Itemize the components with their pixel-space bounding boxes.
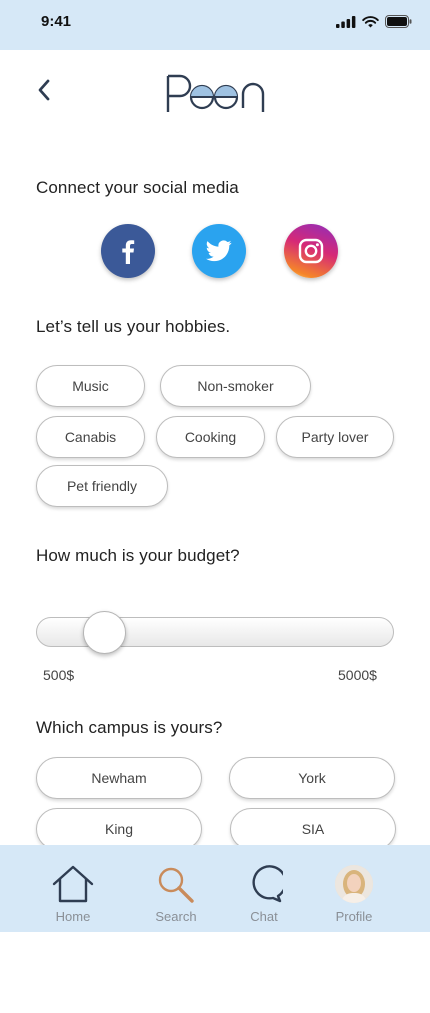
- tab-chat[interactable]: Chat: [224, 845, 304, 932]
- tab-bar: Home Search Chat Profile: [0, 845, 430, 932]
- tab-home-label: Home: [55, 909, 91, 924]
- budget-title: How much is your budget?: [36, 546, 240, 565]
- wifi-icon: [362, 15, 379, 27]
- signal-icon: [336, 15, 356, 28]
- tab-chat-label: Chat: [250, 909, 278, 924]
- home-icon: [52, 865, 94, 903]
- status-time: 9:41: [41, 13, 72, 30]
- avatar: [335, 865, 373, 903]
- status-icons: [336, 15, 412, 28]
- hobbies-title: Let’s tell us your hobbies.: [36, 317, 231, 336]
- back-button[interactable]: [30, 76, 58, 104]
- tab-search-label: Search: [155, 909, 197, 924]
- tab-home[interactable]: Home: [33, 845, 113, 932]
- tab-profile-label: Profile: [335, 909, 373, 924]
- campus-chip-king[interactable]: King: [36, 808, 202, 850]
- hobby-chip-party-lover[interactable]: Party lover: [276, 416, 394, 458]
- campus-title: Which campus is yours?: [36, 718, 223, 737]
- facebook-icon: [122, 240, 135, 264]
- campus-chip-york[interactable]: York: [229, 757, 395, 799]
- hobby-chip-cooking[interactable]: Cooking: [156, 416, 265, 458]
- budget-min-label: 500$: [43, 667, 75, 683]
- twitter-button[interactable]: [192, 224, 246, 278]
- hobby-chip-pet-friendly[interactable]: Pet friendly: [36, 465, 168, 507]
- social-title: Connect your social media: [36, 178, 239, 197]
- budget-slider-thumb[interactable]: [83, 611, 126, 654]
- tab-search[interactable]: Search: [136, 845, 216, 932]
- hobby-chip-canabis[interactable]: Canabis: [36, 416, 145, 458]
- budget-max-label: 5000$: [338, 667, 377, 683]
- instagram-button[interactable]: [284, 224, 338, 278]
- hobby-chip-non-smoker[interactable]: Non-smoker: [160, 365, 311, 407]
- tab-profile[interactable]: Profile: [314, 845, 394, 932]
- facebook-button[interactable]: [101, 224, 155, 278]
- battery-icon: [385, 15, 412, 28]
- search-icon: [158, 867, 194, 903]
- status-bar: 9:41: [0, 0, 430, 50]
- campus-chip-newham[interactable]: Newham: [36, 757, 202, 799]
- instagram-icon: [298, 238, 324, 264]
- chevron-left-icon: [38, 79, 50, 101]
- hobby-chip-music[interactable]: Music: [36, 365, 145, 407]
- app-logo: [166, 74, 265, 112]
- campus-chip-sia[interactable]: SIA: [230, 808, 396, 850]
- chat-icon: [252, 865, 283, 903]
- twitter-icon: [206, 240, 232, 262]
